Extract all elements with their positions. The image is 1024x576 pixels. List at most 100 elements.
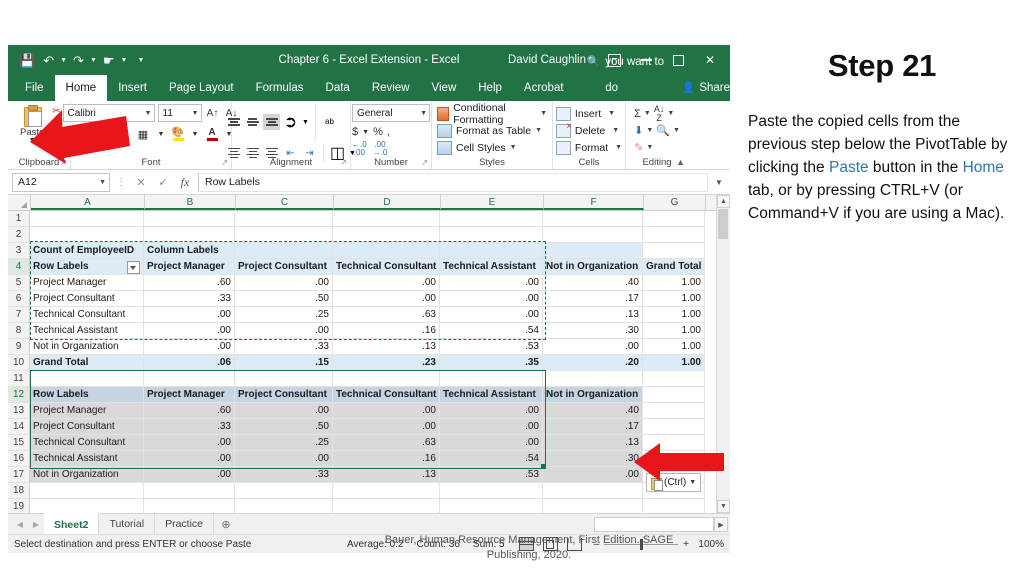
cell-G4[interactable]: Grand Total <box>643 259 705 275</box>
format-as-table-caret-icon[interactable]: ▼ <box>535 127 542 134</box>
sort-filter-icon[interactable]: A↓ Z <box>654 104 665 123</box>
cell-C15[interactable]: .25 <box>235 435 333 451</box>
zoom-slider[interactable] <box>604 538 679 550</box>
cell-G9[interactable]: 1.00 <box>643 339 705 355</box>
cell-A16[interactable]: Technical Assistant <box>30 451 144 467</box>
orientation-caret-icon[interactable]: ▼ <box>301 114 310 130</box>
orientation-icon[interactable]: ➲ <box>282 114 299 131</box>
tab-data[interactable]: Data <box>315 75 361 101</box>
row-header-5[interactable]: 5 <box>8 275 30 291</box>
cell-E3[interactable] <box>440 243 543 259</box>
cell-D2[interactable] <box>333 227 440 243</box>
cell-E14[interactable]: .00 <box>440 419 543 435</box>
cell-E2[interactable] <box>440 227 543 243</box>
cell-E16[interactable]: .54 <box>440 451 543 467</box>
filter-dropdown-icon[interactable] <box>127 261 140 274</box>
cell-B11[interactable] <box>144 371 235 387</box>
align-middle-icon[interactable] <box>244 114 261 130</box>
column-header-g[interactable]: G <box>644 195 706 210</box>
borders-caret-icon[interactable]: ▼ <box>153 126 170 143</box>
find-select-icon[interactable]: 🔍 <box>656 124 670 137</box>
cell-B7[interactable]: .00 <box>144 307 235 323</box>
grow-font-icon[interactable]: A↑ <box>205 105 221 121</box>
tab-review[interactable]: Review <box>361 75 421 101</box>
cell-B4[interactable]: Project Manager <box>144 259 235 275</box>
number-format-combo[interactable]: General ▼ <box>352 104 430 122</box>
cell-A1[interactable] <box>30 211 144 227</box>
currency-caret-icon[interactable]: ▼ <box>362 129 369 136</box>
expand-formula-bar-icon[interactable]: ▼ <box>712 178 726 187</box>
tab-view[interactable]: View <box>421 75 468 101</box>
cell-B18[interactable] <box>144 483 235 499</box>
font-size-combo[interactable]: 11 ▼ <box>157 104 202 122</box>
cell-C2[interactable] <box>235 227 333 243</box>
cell-B13[interactable]: .60 <box>144 403 235 419</box>
cell-D18[interactable] <box>333 483 440 499</box>
font-name-caret-icon[interactable]: ▼ <box>145 110 152 117</box>
cell-A12[interactable]: Row Labels <box>30 387 144 403</box>
cell-D12[interactable]: Technical Consultant <box>333 387 440 403</box>
cell-B6[interactable]: .33 <box>144 291 235 307</box>
cell-B15[interactable]: .00 <box>144 435 235 451</box>
cell-C5[interactable]: .00 <box>235 275 333 291</box>
zoom-out-icon[interactable]: – <box>594 539 600 550</box>
row-header-9[interactable]: 9 <box>8 339 30 355</box>
horizontal-scrollbar-thumb[interactable] <box>594 517 714 532</box>
cell-B16[interactable]: .00 <box>144 451 235 467</box>
cell-B19[interactable] <box>144 499 235 513</box>
cell-E6[interactable]: .00 <box>440 291 543 307</box>
fill-color-icon[interactable]: 🎨 <box>171 126 186 143</box>
delete-caret-icon[interactable]: ▼ <box>612 127 619 134</box>
format-caret-icon[interactable]: ▼ <box>615 144 622 151</box>
cell-C1[interactable] <box>235 211 333 227</box>
number-format-caret-icon[interactable]: ▼ <box>420 110 427 117</box>
sheet-tab-practice[interactable]: Practice <box>155 514 214 534</box>
cell-B1[interactable] <box>144 211 235 227</box>
cell-D15[interactable]: .63 <box>333 435 440 451</box>
insert-cells-button[interactable]: Insert ▼ <box>555 105 615 122</box>
cell-C10[interactable]: .15 <box>235 355 333 371</box>
tab-home[interactable]: Home <box>54 75 108 101</box>
tell-me-search[interactable]: 🔍 Tell me what you want to do <box>587 45 670 101</box>
cell-C7[interactable]: .25 <box>235 307 333 323</box>
cell-G1[interactable] <box>643 211 705 227</box>
cell-A10[interactable]: Grand Total <box>30 355 144 371</box>
insert-function-icon[interactable]: fx <box>176 175 194 190</box>
cell-A13[interactable]: Project Manager <box>30 403 144 419</box>
format-as-table-button[interactable]: Format as Table ▼ <box>437 122 542 139</box>
cell-E19[interactable] <box>440 499 543 513</box>
row-header-16[interactable]: 16 <box>8 451 30 467</box>
cell-A15[interactable]: Technical Consultant <box>30 435 144 451</box>
cell-A17[interactable]: Not in Organization <box>30 467 144 483</box>
cell-F1[interactable] <box>543 211 643 227</box>
next-sheet-icon[interactable]: ▶ <box>28 520 44 529</box>
cell-F18[interactable] <box>543 483 643 499</box>
cell-D10[interactable]: .23 <box>333 355 440 371</box>
tab-insert[interactable]: Insert <box>107 75 158 101</box>
row-header-7[interactable]: 7 <box>8 307 30 323</box>
cell-B5[interactable]: .60 <box>144 275 235 291</box>
conditional-formatting-caret-icon[interactable]: ▼ <box>540 110 547 117</box>
cell-C8[interactable]: .00 <box>235 323 333 339</box>
cell-F8[interactable]: .30 <box>543 323 643 339</box>
cell-C3[interactable] <box>235 243 333 259</box>
sheet-tab-sheet2[interactable]: Sheet2 <box>44 513 100 535</box>
cell-B17[interactable]: .00 <box>144 467 235 483</box>
fill-caret-icon[interactable]: ▼ <box>646 127 653 134</box>
row-header-3[interactable]: 3 <box>8 243 30 259</box>
column-header-e[interactable]: E <box>441 195 544 210</box>
column-header-c[interactable]: C <box>236 195 334 210</box>
cell-A9[interactable]: Not in Organization <box>30 339 144 355</box>
cell-D1[interactable] <box>333 211 440 227</box>
cell-G14[interactable] <box>643 419 705 435</box>
cell-B9[interactable]: .00 <box>144 339 235 355</box>
cell-G8[interactable]: 1.00 <box>643 323 705 339</box>
cell-E1[interactable] <box>440 211 543 227</box>
page-break-preview-icon[interactable] <box>566 537 582 551</box>
cell-G10[interactable]: 1.00 <box>643 355 705 371</box>
cell-C17[interactable]: .33 <box>235 467 333 483</box>
clear-caret-icon[interactable]: ▼ <box>646 144 653 151</box>
cell-G3[interactable] <box>643 243 705 259</box>
cell-A14[interactable]: Project Consultant <box>30 419 144 435</box>
row-header-15[interactable]: 15 <box>8 435 30 451</box>
